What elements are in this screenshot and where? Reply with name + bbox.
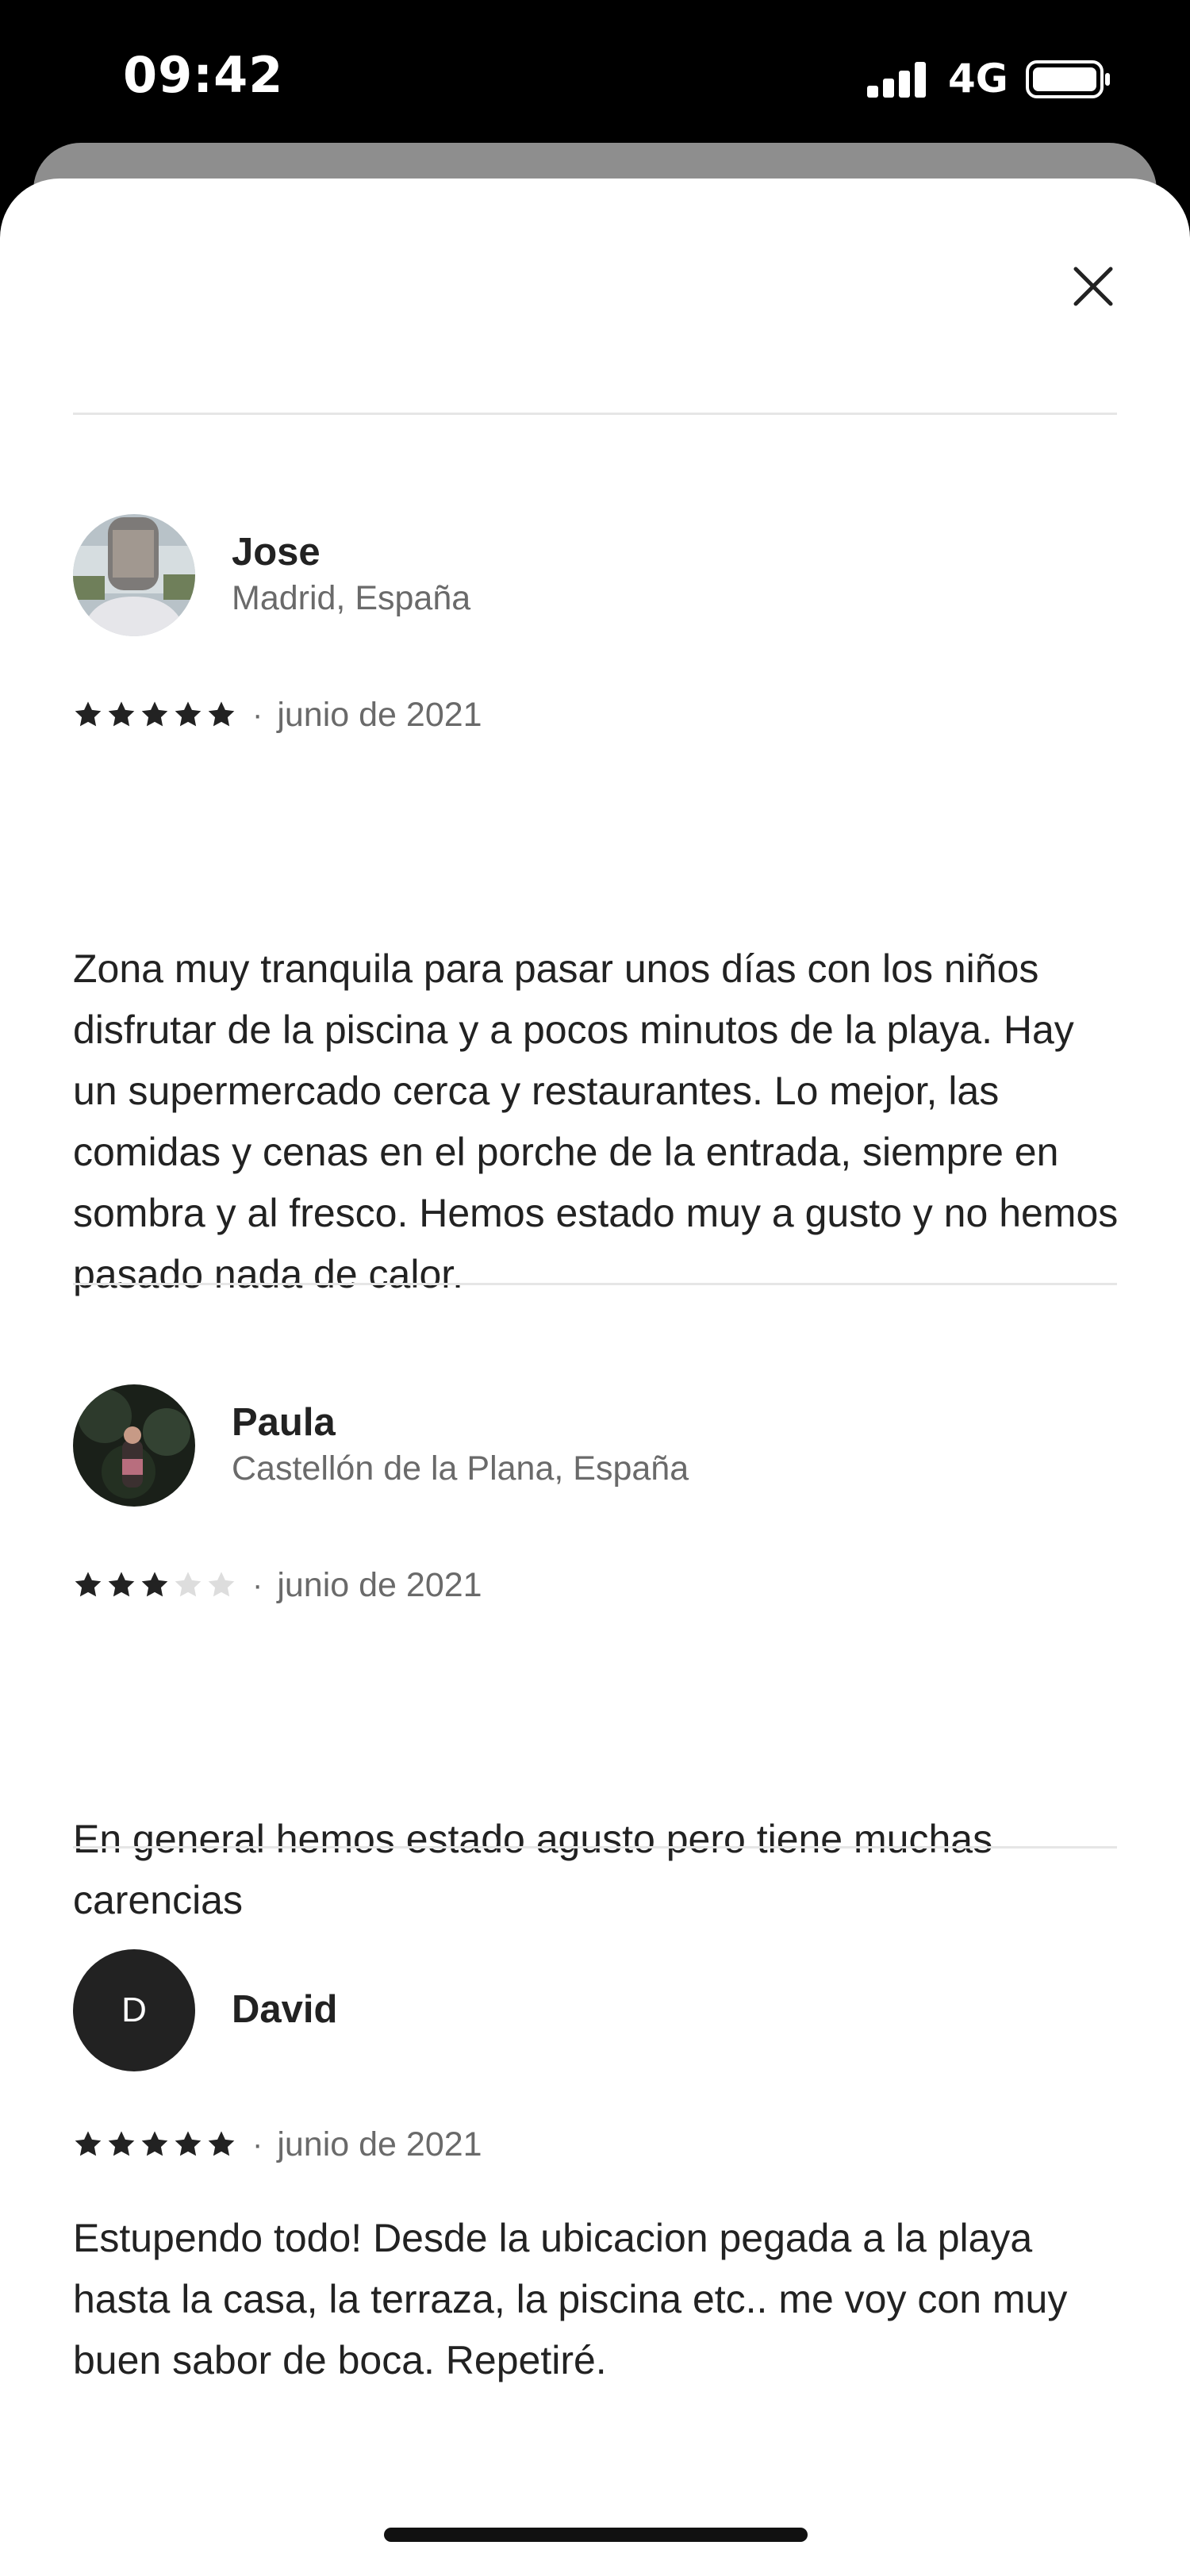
star-icon xyxy=(75,701,102,727)
rating-row: · junio de 2021 xyxy=(73,695,482,735)
review-text: Estupendo todo! Desde la ubicacion pegad… xyxy=(73,2216,1068,2382)
star-icon xyxy=(75,1572,102,1597)
reviewer-name: Jose xyxy=(232,531,321,574)
rating-row: · junio de 2021 xyxy=(73,2125,482,2164)
star-icon xyxy=(175,1572,202,1597)
star-icon xyxy=(175,2131,202,2156)
rating-row: · junio de 2021 xyxy=(73,1565,482,1605)
star-rating xyxy=(73,1570,236,1600)
signal-icon xyxy=(867,62,926,98)
divider xyxy=(73,1846,1117,1849)
close-icon xyxy=(1073,267,1113,306)
review-text: Zona muy tranquila para pasar unos días … xyxy=(73,946,1119,1296)
home-indicator[interactable] xyxy=(384,2528,808,2542)
star-icon xyxy=(175,701,202,727)
status-bar: 09:42 4G xyxy=(0,0,1190,151)
star-icon xyxy=(75,2131,102,2156)
status-time: 09:42 xyxy=(123,46,284,104)
star-icon xyxy=(108,1572,135,1597)
star-icon xyxy=(208,1572,235,1597)
reviewer-location: Castellón de la Plana, España xyxy=(232,1449,689,1488)
avatar-photo xyxy=(73,1384,195,1507)
separator-dot: · xyxy=(252,697,263,732)
review-date: junio de 2021 xyxy=(277,2125,482,2163)
divider xyxy=(73,1283,1117,1285)
reviewer-location: Madrid, España xyxy=(232,579,471,617)
avatar[interactable] xyxy=(73,1384,195,1507)
network-label: 4G xyxy=(948,56,1008,102)
star-rating xyxy=(73,700,236,730)
battery-icon xyxy=(1026,60,1110,98)
star-icon xyxy=(208,2131,235,2156)
star-rating xyxy=(73,2129,236,2159)
review-date: junio de 2021 xyxy=(277,695,482,734)
close-button[interactable] xyxy=(1055,248,1131,324)
review-text: En general hemos estado agusto pero tien… xyxy=(73,1817,993,1922)
separator-dot: · xyxy=(252,1567,263,1603)
star-icon xyxy=(141,1572,168,1597)
reviewer-name: Paula xyxy=(232,1401,336,1444)
reviews-sheet: Jose Madrid, España · junio de 2021 Zona… xyxy=(0,179,1190,2576)
star-icon xyxy=(141,2131,168,2156)
avatar-photo xyxy=(73,514,195,636)
star-icon xyxy=(108,701,135,727)
separator-dot: · xyxy=(252,2126,263,2162)
star-icon xyxy=(141,701,168,727)
divider xyxy=(73,413,1117,415)
reviewer-name: David xyxy=(232,1988,338,2031)
star-icon xyxy=(108,2131,135,2156)
avatar[interactable]: D xyxy=(73,1949,195,2071)
avatar[interactable] xyxy=(73,514,195,636)
review-date: junio de 2021 xyxy=(277,1565,482,1604)
star-icon xyxy=(208,701,235,727)
